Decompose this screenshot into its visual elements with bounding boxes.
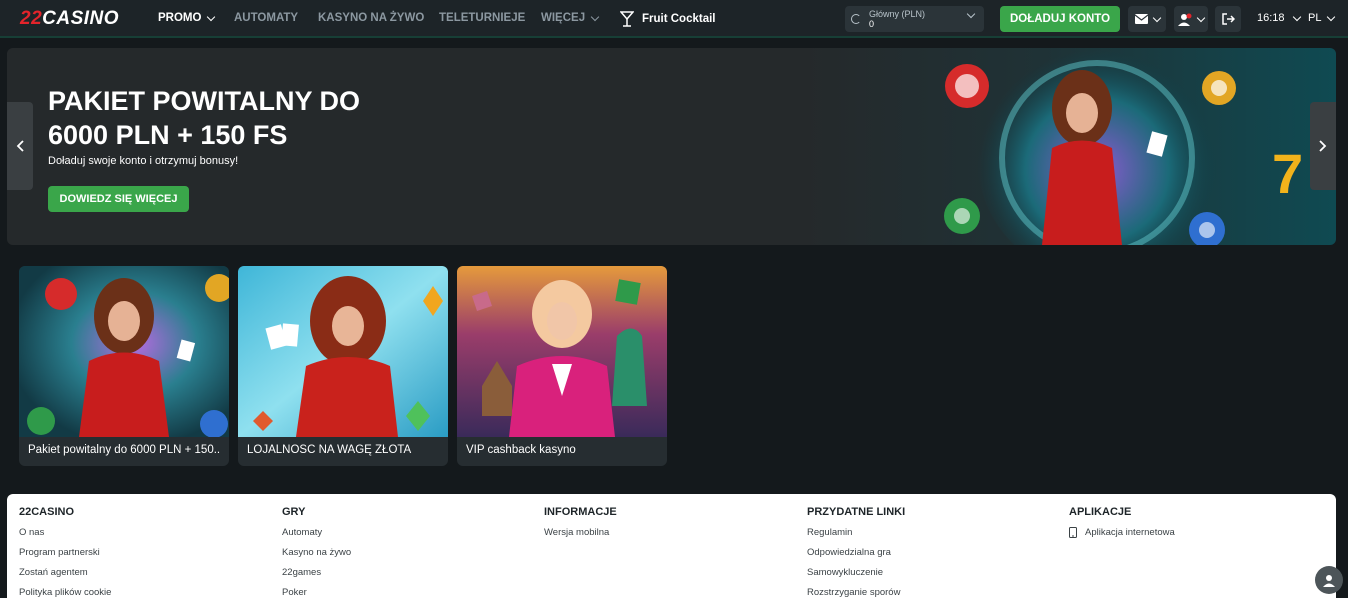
footer-link[interactable]: 22games (282, 567, 351, 578)
footer-col-aplikacje: APLIKACJE Aplikacja internetowa (1069, 506, 1175, 547)
profile-button[interactable] (1174, 6, 1208, 32)
hero-subtitle: Doładuj swoje konto i otrzymuj bonusy! (48, 155, 239, 167)
hero-title: PAKIET POWITALNY DO 6000 PLN + 150 FS (48, 86, 361, 150)
logo-number: 22 (20, 8, 43, 29)
promo-card[interactable]: Pakiet powitalny do 6000 PLN + 150... (19, 266, 229, 466)
promo-card[interactable]: LOJALNOŚĆ NA WAGĘ ZŁOTA (238, 266, 448, 466)
balance-amount: 0 (869, 19, 875, 29)
nav-automaty[interactable]: AUTOMATY (234, 12, 298, 24)
clock[interactable]: 16:18 (1257, 12, 1301, 24)
footer-link[interactable]: Rozstrzyganie sporów (807, 587, 905, 598)
support-icon (1323, 575, 1335, 587)
footer-col-informacje: INFORMACJE Wersja mobilna (544, 506, 617, 547)
footer-link[interactable]: O nas (19, 527, 111, 538)
footer-col-title: PRZYDATNE LINKI (807, 506, 906, 518)
refresh-icon[interactable] (851, 14, 861, 24)
footer-link-app[interactable]: Aplikacja internetowa (1069, 527, 1175, 538)
promo-card-image (19, 266, 229, 437)
footer-link[interactable]: Samowykluczenie (807, 567, 905, 578)
logo[interactable]: 22 CASINO (20, 8, 119, 30)
language-selector[interactable]: PL (1308, 12, 1336, 24)
phone-icon (1069, 527, 1077, 538)
deposit-button[interactable]: DOŁADUJ KONTO (1000, 6, 1120, 32)
user-icon (1178, 13, 1192, 26)
logout-icon (1221, 13, 1235, 25)
footer-link[interactable]: Wersja mobilna (544, 527, 617, 538)
footer-link[interactable]: Regulamin (807, 527, 905, 538)
nav-live-label: KASYNO NA ŻYWO (318, 12, 425, 24)
hero-banner[interactable]: PAKIET POWITALNY DO 6000 PLN + 150 FS Do… (7, 48, 1336, 245)
footer-col-22casino: 22CASINO O nas Program partnerski Zostań… (19, 506, 111, 598)
nav-promo[interactable]: PROMO (158, 12, 216, 24)
footer-col-title: GRY (282, 506, 306, 518)
promo-card-caption: Pakiet powitalny do 6000 PLN + 150... (28, 444, 220, 456)
chevron-left-icon (16, 140, 24, 152)
footer-col-gry: GRY Automaty Kasyno na żywo 22games Poke… (282, 506, 351, 598)
logout-button[interactable] (1215, 6, 1241, 32)
language-label: PL (1308, 12, 1322, 24)
chevron-down-icon (1196, 13, 1206, 22)
learn-more-button[interactable]: DOWIEDZ SIĘ WIĘCEJ (48, 186, 189, 212)
footer-link[interactable]: Program partnerski (19, 547, 111, 558)
promo-card-caption: LOJALNOŚĆ NA WAGĘ ZŁOTA (247, 444, 412, 456)
promo-card-image (238, 266, 448, 437)
balance-label: Główny (PLN) (869, 9, 926, 19)
chevron-down-icon (966, 9, 976, 19)
messages-button[interactable] (1128, 6, 1166, 32)
footer-col-title: APLIKACJE (1069, 506, 1132, 518)
footer-link[interactable]: Kasyno na żywo (282, 547, 351, 558)
promo-card-caption: VIP cashback kasyno (466, 444, 576, 456)
support-chat-button[interactable] (1315, 566, 1343, 594)
nav-more[interactable]: WIĘCEJ (541, 12, 600, 24)
carousel-next-button[interactable] (1310, 102, 1336, 190)
nav-promo-label: PROMO (158, 12, 202, 24)
footer: 22CASINO O nas Program partnerski Zostań… (7, 494, 1336, 598)
svg-text:7: 7 (1272, 142, 1303, 205)
nav-teleturnieje[interactable]: TELETURNIEJE (439, 12, 525, 24)
footer-link[interactable]: Poker (282, 587, 351, 598)
hero-illustration: 7 (944, 48, 1303, 245)
carousel-prev-button[interactable] (7, 102, 33, 190)
logo-word: CASINO (42, 8, 120, 29)
footer-col-title: INFORMACJE (544, 506, 617, 518)
nav-live-casino[interactable]: KASYNO NA ŻYWO (318, 12, 424, 24)
promo-card[interactable]: VIP cashback kasyno (457, 266, 667, 466)
footer-link[interactable]: Zostań agentem (19, 567, 111, 578)
time-label: 16:18 (1257, 12, 1285, 24)
cocktail-icon (620, 11, 634, 27)
footer-link[interactable]: Automaty (282, 527, 351, 538)
fruit-cocktail-label: Fruit Cocktail (642, 13, 716, 25)
chevron-right-icon (1319, 140, 1327, 152)
chevron-down-icon (1327, 12, 1336, 21)
footer-link[interactable]: Odpowiedzialna gra (807, 547, 905, 558)
mail-icon (1134, 14, 1148, 24)
footer-link[interactable]: Polityka plików cookie (19, 587, 111, 598)
chevron-down-icon (1152, 13, 1161, 22)
chevron-down-icon (590, 12, 600, 21)
footer-link-label: Aplikacja internetowa (1085, 527, 1175, 538)
nav-more-label: WIĘCEJ (541, 12, 586, 24)
nav-automaty-label: AUTOMATY (234, 12, 299, 24)
top-nav: 22 CASINO PROMO AUTOMATY KASYNO NA ŻYWO … (0, 0, 1348, 38)
footer-col-title: 22CASINO (19, 506, 75, 518)
balance-selector[interactable]: Główny (PLN) 0 (845, 6, 984, 32)
chevron-down-icon (207, 12, 216, 21)
chevron-down-icon (1292, 12, 1301, 21)
nav-fruit-cocktail[interactable]: Fruit Cocktail (620, 10, 715, 28)
footer-col-przydatne: PRZYDATNE LINKI Regulamin Odpowiedzialna… (807, 506, 905, 598)
promo-card-image (457, 266, 667, 437)
nav-tele-label: TELETURNIEJE (439, 12, 526, 24)
